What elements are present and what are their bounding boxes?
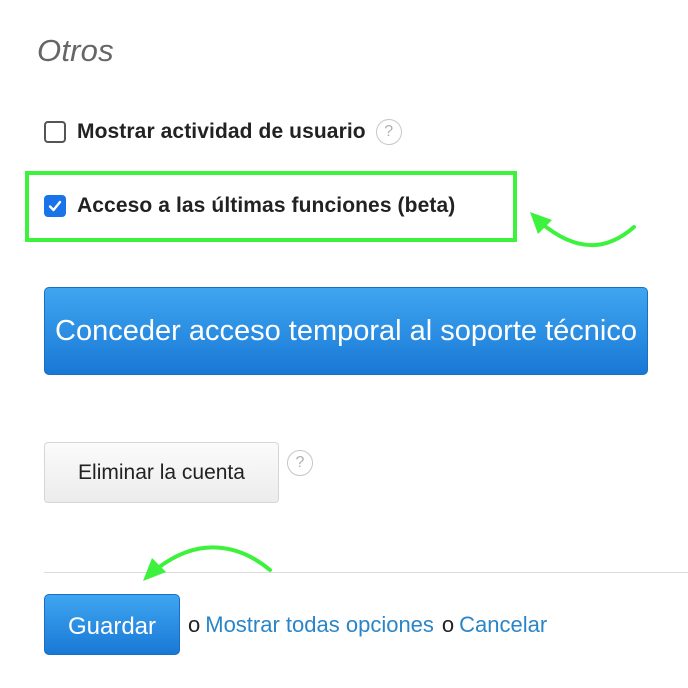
show-user-activity-checkbox[interactable] bbox=[44, 121, 66, 143]
beta-features-checkbox[interactable] bbox=[44, 195, 66, 217]
section-title: Otros bbox=[37, 33, 114, 68]
footer-actions: Guardar o Mostrar todas opciones o Cance… bbox=[44, 594, 547, 655]
separator-text: o bbox=[188, 611, 201, 637]
delete-account-button[interactable]: Eliminar la cuenta bbox=[44, 442, 279, 503]
divider bbox=[44, 572, 688, 573]
separator-text: o bbox=[441, 611, 455, 637]
beta-features-label: Acceso a las últimas funciones (beta) bbox=[77, 194, 456, 217]
checkmark-icon bbox=[48, 200, 62, 212]
show-all-options-link[interactable]: Mostrar todas opciones bbox=[205, 612, 434, 638]
grant-support-access-button[interactable]: Conceder acceso temporal al soporte técn… bbox=[44, 287, 648, 375]
cancel-link[interactable]: Cancelar bbox=[459, 612, 547, 638]
help-icon[interactable]: ? bbox=[375, 119, 402, 145]
option-beta-features: Acceso a las últimas funciones (beta) bbox=[44, 194, 455, 218]
save-button[interactable]: Guardar bbox=[44, 594, 180, 655]
show-user-activity-label: Mostrar actividad de usuario bbox=[77, 120, 366, 143]
help-icon[interactable]: ? bbox=[287, 450, 313, 476]
option-show-user-activity: Mostrar actividad de usuario ? bbox=[44, 119, 402, 145]
